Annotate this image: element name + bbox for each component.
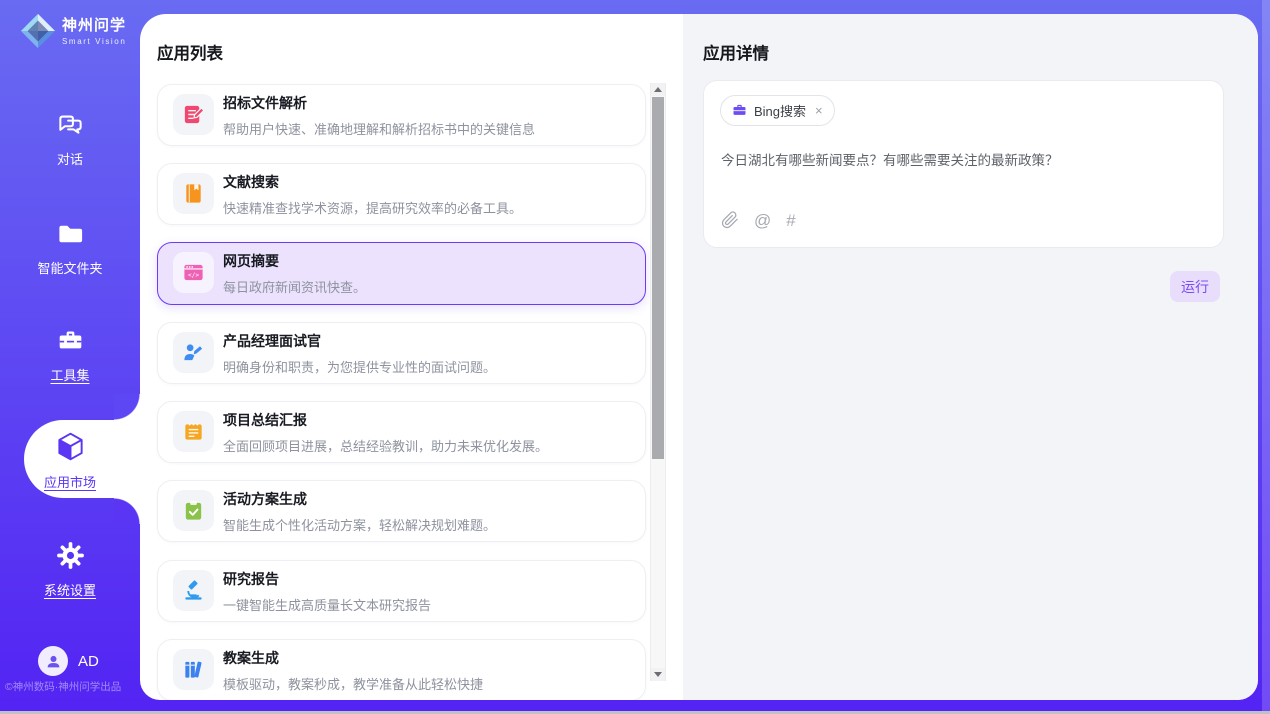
app-desc: 帮助用户快速、准确地理解和解析招标书中的关键信息 xyxy=(223,119,535,138)
sidebar-item-smart-folders[interactable]: 智能文件夹 xyxy=(0,219,140,277)
avatar xyxy=(38,646,68,676)
sidebar-item-label: 对话 xyxy=(0,149,140,168)
sidebar-item-label: 应用市场 xyxy=(0,472,140,491)
app-desc: 模板驱动，教案秒成，教学准备从此轻松快捷 xyxy=(223,674,483,693)
svg-text:</>: </> xyxy=(188,272,199,279)
app-desc: 全面回顾项目进展，总结经验教训，助力未来优化发展。 xyxy=(223,436,548,455)
run-button[interactable]: 运行 xyxy=(1170,271,1220,302)
interviewer-icon xyxy=(173,332,214,373)
user-initials: AD xyxy=(78,653,99,670)
tab-fillet-bottom xyxy=(114,498,140,524)
app-name: 文献搜索 xyxy=(223,174,522,191)
app-card-literature-search[interactable]: 文献搜索 快速精准查找学术资源，提高研究效率的必备工具。 xyxy=(157,163,646,225)
main-panel: 应用列表 招标文件解析 帮助用户快速、准确地理解和解析招标书中的关键信息 xyxy=(140,14,1258,700)
webpage-code-icon: </> xyxy=(173,252,214,293)
app-card-bid-parsing[interactable]: 招标文件解析 帮助用户快速、准确地理解和解析招标书中的关键信息 xyxy=(157,84,646,146)
brand-subtitle: Smart Vision xyxy=(62,37,126,46)
attachment-icon[interactable] xyxy=(721,211,739,229)
prompt-card[interactable]: Bing搜索 × 今日湖北有哪些新闻要点？有哪些需要关注的最新政策？ @ # xyxy=(703,80,1224,248)
brand-name: 神州问学 xyxy=(62,18,126,33)
gear-icon xyxy=(56,541,85,570)
scrollbar[interactable] xyxy=(650,83,666,681)
folder-icon xyxy=(56,219,85,248)
sidebar-item-toolset[interactable]: 工具集 xyxy=(0,326,140,384)
copyright: ©神州数码·神州问学出品 xyxy=(5,679,121,694)
sidebar-item-settings[interactable]: 系统设置 xyxy=(0,541,140,599)
app-card-lesson-plan[interactable]: 教案生成 模板驱动，教案秒成，教学准备从此轻松快捷 xyxy=(157,639,646,700)
cube-icon xyxy=(55,431,86,462)
app-window: 神州问学 Smart Vision 对话 智能文件夹 工具集 xyxy=(0,0,1270,714)
prompt-text[interactable]: 今日湖北有哪些新闻要点？有哪些需要关注的最新政策？ xyxy=(721,149,1201,169)
document-edit-icon xyxy=(173,94,214,135)
app-detail-panel: 应用详情 Bing搜索 × 今日湖北有哪些新闻要点？有哪些需要关注的最新政策？ xyxy=(683,14,1258,700)
topic-icon[interactable]: # xyxy=(786,212,795,229)
sidebar-item-chat[interactable]: 对话 xyxy=(0,110,140,168)
books-icon xyxy=(173,649,214,690)
app-name: 研究报告 xyxy=(223,571,431,588)
person-icon xyxy=(45,653,62,670)
mention-icon[interactable]: @ xyxy=(754,212,771,229)
note-icon xyxy=(173,411,214,452)
app-name: 教案生成 xyxy=(223,650,483,667)
close-icon[interactable]: × xyxy=(815,103,823,118)
app-list-title: 应用列表 xyxy=(157,40,223,64)
briefcase-icon xyxy=(732,103,747,118)
brand-logo-icon xyxy=(19,12,57,50)
app-desc: 快速精准查找学术资源，提高研究效率的必备工具。 xyxy=(223,198,522,217)
window-right-edge xyxy=(1262,0,1270,711)
app-card-event-plan[interactable]: 活动方案生成 智能生成个性化活动方案，轻松解决规划难题。 xyxy=(157,480,646,542)
toolbox-icon xyxy=(56,326,85,355)
attach-toolbar: @ # xyxy=(721,211,796,229)
app-desc: 智能生成个性化活动方案，轻松解决规划难题。 xyxy=(223,515,496,534)
chat-icon xyxy=(56,110,85,139)
scroll-down-arrow[interactable] xyxy=(651,668,665,681)
book-icon xyxy=(173,173,214,214)
app-detail-title: 应用详情 xyxy=(703,40,769,64)
clipboard-check-icon xyxy=(173,490,214,531)
sidebar-item-label: 智能文件夹 xyxy=(0,258,140,277)
app-name: 产品经理面试官 xyxy=(223,333,496,350)
app-desc: 每日政府新闻资讯快查。 xyxy=(223,277,366,296)
microscope-icon xyxy=(173,570,214,611)
tab-fillet-top xyxy=(114,394,140,420)
app-card-pm-interviewer[interactable]: 产品经理面试官 明确身份和职责，为您提供专业性的面试问题。 xyxy=(157,322,646,384)
tool-chip-bing-search[interactable]: Bing搜索 × xyxy=(720,95,835,126)
tool-chip-label: Bing搜索 xyxy=(754,101,806,120)
app-name: 网页摘要 xyxy=(223,253,366,270)
scroll-up-arrow[interactable] xyxy=(651,83,665,96)
app-desc: 一键智能生成高质量长文本研究报告 xyxy=(223,595,431,614)
sidebar-item-label: 工具集 xyxy=(0,365,140,384)
sidebar-item-app-market[interactable]: 应用市场 xyxy=(0,431,140,491)
app-card-research-report[interactable]: 研究报告 一键智能生成高质量长文本研究报告 xyxy=(157,560,646,622)
app-desc: 明确身份和职责，为您提供专业性的面试问题。 xyxy=(223,357,496,376)
app-name: 项目总结汇报 xyxy=(223,412,548,429)
sidebar-item-label: 系统设置 xyxy=(0,580,140,599)
app-name: 活动方案生成 xyxy=(223,491,496,508)
scrollbar-thumb[interactable] xyxy=(652,97,664,459)
user-account[interactable]: AD xyxy=(38,646,99,676)
app-card-project-summary[interactable]: 项目总结汇报 全面回顾项目进展，总结经验教训，助力未来优化发展。 xyxy=(157,401,646,463)
app-name: 招标文件解析 xyxy=(223,95,535,112)
app-card-web-summary[interactable]: </> 网页摘要 每日政府新闻资讯快查。 xyxy=(157,242,646,305)
brand-logo: 神州问学 Smart Vision xyxy=(19,12,126,50)
